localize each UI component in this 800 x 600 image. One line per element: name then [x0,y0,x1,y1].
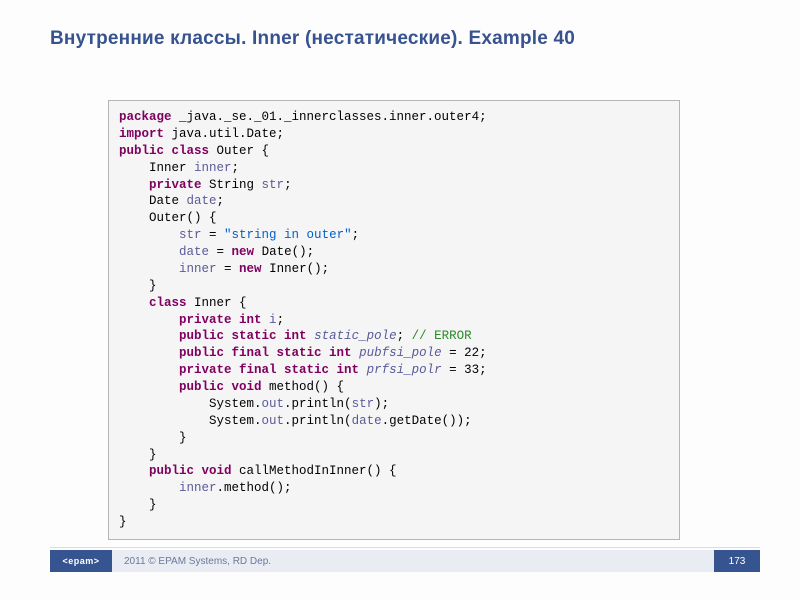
kw: public final static int [179,346,352,360]
t: ; [277,313,285,327]
t: ; [232,161,240,175]
field: date [187,194,217,208]
t: Inner [119,161,194,175]
field: str [179,228,202,242]
t: Inner(); [262,262,330,276]
t: System. [119,414,262,428]
t [119,245,179,259]
out-field: out [262,414,285,428]
kw: new [232,245,255,259]
t [307,329,315,343]
string: "string in outer" [224,228,352,242]
t: = [209,245,232,259]
t [119,262,179,276]
kw: public void [179,380,262,394]
kw: class [149,296,187,310]
page-number: 173 [714,550,760,572]
t [352,346,360,360]
t: ; [352,228,360,242]
t: System. [119,397,262,411]
kw: public void [149,464,232,478]
t: .getDate()); [382,414,472,428]
t: = [217,262,240,276]
kw: public static int [179,329,307,343]
field: i [269,313,277,327]
field: inner [194,161,232,175]
static-field: prfsi_polr [367,363,442,377]
t: .method(); [217,481,292,495]
code-block: package _java._se._01._innerclasses.inne… [108,100,680,540]
t: _java._se._01._innerclasses.inner.outer4… [172,110,487,124]
footer-logo-box: <epam> [50,550,112,572]
t [359,363,367,377]
out-field: out [262,397,285,411]
footer: <epam> 2011 © EPAM Systems, RD Dep. 173 [50,550,760,572]
epam-logo: <epam> [62,556,99,566]
field: str [352,397,375,411]
t: String [202,178,262,192]
t: Date(); [254,245,314,259]
t: Date [119,194,187,208]
t: = 22; [442,346,487,360]
kw: package [119,110,172,124]
footer-copyright: 2011 © EPAM Systems, RD Dep. [112,550,714,572]
t: = [202,228,225,242]
kw: private final static int [179,363,359,377]
divider [50,547,760,548]
t: ); [374,397,389,411]
field: str [262,178,285,192]
t: method() { [262,380,345,394]
t: } [119,279,157,293]
t [262,313,270,327]
t: = 33; [442,363,487,377]
t [119,228,179,242]
t: } [119,515,127,529]
t: } [119,431,187,445]
field: inner [179,262,217,276]
t: callMethodInInner() { [232,464,397,478]
t: ; [217,194,225,208]
slide-title: Внутренние классы. Inner (нестатические)… [50,28,750,50]
field: inner [179,481,217,495]
kw: new [239,262,262,276]
static-field: pubfsi_pole [359,346,442,360]
slide: Внутренние классы. Inner (нестатические)… [0,0,800,600]
static-field: static_pole [314,329,397,343]
t: } [119,498,157,512]
t: ; [397,329,412,343]
t: java.util.Date; [164,127,284,141]
field: date [179,245,209,259]
t: ; [284,178,292,192]
t [119,481,179,495]
comment: // ERROR [412,329,472,343]
field: date [352,414,382,428]
t: Inner { [187,296,247,310]
t: Outer { [209,144,269,158]
kw: public class [119,144,209,158]
t: } [119,448,157,462]
kw: private [149,178,202,192]
kw: import [119,127,164,141]
t: .println( [284,414,352,428]
t: Outer() { [119,211,217,225]
kw: private int [179,313,262,327]
t: .println( [284,397,352,411]
